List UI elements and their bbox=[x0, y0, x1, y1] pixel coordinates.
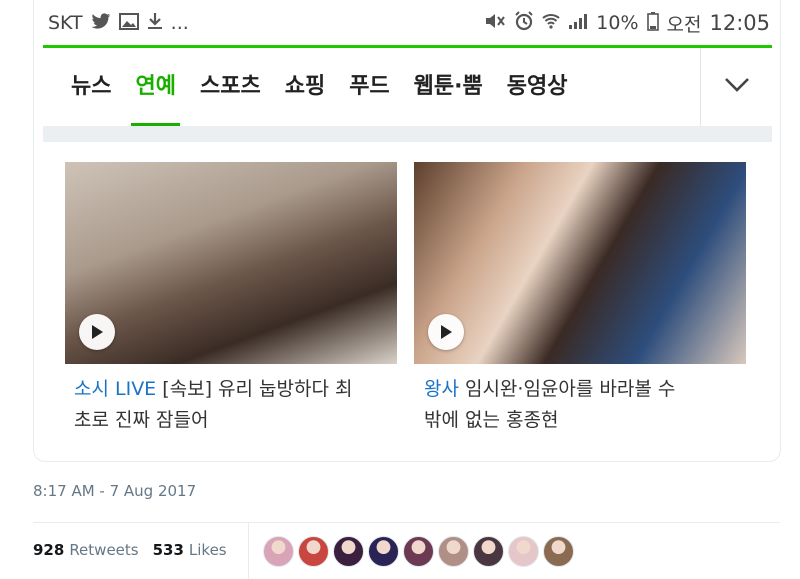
video-caption-1[interactable]: 소시 LIVE [속보] 유리 눕방하다 최 초로 진짜 잠들어 bbox=[74, 374, 406, 436]
video-category-label: 왕사 bbox=[424, 378, 459, 400]
image-icon bbox=[118, 12, 139, 34]
liker-avatars bbox=[263, 536, 574, 567]
more-notifications-ellipsis: ... bbox=[170, 12, 189, 34]
stats-separator bbox=[248, 523, 249, 579]
retweets-label: Retweets bbox=[69, 541, 139, 559]
tab-sports[interactable]: 스포츠 bbox=[188, 48, 273, 126]
tab-video[interactable]: 동영상 bbox=[495, 48, 580, 126]
battery-icon bbox=[646, 11, 659, 35]
clock-time: 12:05 bbox=[709, 11, 770, 35]
category-tab-bar: 뉴스 연예 스포츠 쇼핑 푸드 웹툰·뿜 동영상 bbox=[43, 48, 772, 126]
video-title-line2: 밖에 없는 홍종현 bbox=[424, 409, 559, 431]
retweets-count: 928 bbox=[33, 541, 65, 559]
phone-status-bar: SKT ... 10% 오전 12:05 bbox=[48, 0, 770, 46]
likes-link[interactable]: 533 Likes bbox=[153, 541, 227, 559]
mute-icon bbox=[484, 12, 506, 34]
twitter-icon bbox=[91, 12, 111, 34]
retweets-link[interactable]: 928 Retweets bbox=[33, 541, 139, 559]
alarm-icon bbox=[514, 11, 534, 35]
ampm-label: 오전 bbox=[666, 13, 702, 36]
avatar[interactable] bbox=[298, 536, 329, 567]
video-thumbnail-2[interactable] bbox=[414, 162, 746, 364]
video-thumbnail-1[interactable] bbox=[65, 162, 397, 364]
likes-count: 533 bbox=[152, 541, 184, 559]
avatar[interactable] bbox=[543, 536, 574, 567]
tabs-expand-button[interactable] bbox=[700, 48, 772, 126]
download-icon bbox=[147, 12, 163, 34]
carrier-label: SKT bbox=[48, 12, 83, 34]
tab-shopping[interactable]: 쇼핑 bbox=[273, 48, 337, 126]
avatar[interactable] bbox=[368, 536, 399, 567]
chevron-down-icon bbox=[724, 77, 750, 97]
avatar[interactable] bbox=[403, 536, 434, 567]
tab-news[interactable]: 뉴스 bbox=[59, 48, 123, 126]
tab-webtoon[interactable]: 웹툰·뿜 bbox=[402, 48, 495, 126]
tweet-timestamp[interactable]: 8:17 AM - 7 Aug 2017 bbox=[33, 482, 196, 500]
battery-percentage: 10% bbox=[596, 12, 639, 34]
play-icon[interactable] bbox=[79, 314, 115, 350]
video-title: 임시완·임윤아를 바라볼 수 bbox=[464, 378, 676, 400]
avatar[interactable] bbox=[333, 536, 364, 567]
tab-food[interactable]: 푸드 bbox=[337, 48, 401, 126]
tab-entertainment[interactable]: 연예 bbox=[123, 48, 187, 126]
video-title: [속보] 유리 눕방하다 최 bbox=[162, 378, 353, 400]
wifi-icon bbox=[542, 12, 560, 34]
avatar[interactable] bbox=[473, 536, 504, 567]
avatar[interactable] bbox=[508, 536, 539, 567]
tweet-stats: 928 Retweets 533 Likes bbox=[33, 530, 241, 570]
tweet-media-card[interactable]: SKT ... 10% 오전 12:05 뉴스 연예 스포츠 쇼핑 푸드 웹툰·… bbox=[33, 0, 781, 462]
play-icon[interactable] bbox=[428, 314, 464, 350]
avatar[interactable] bbox=[263, 536, 294, 567]
divider bbox=[33, 522, 780, 523]
section-divider bbox=[43, 126, 772, 142]
avatar[interactable] bbox=[438, 536, 469, 567]
signal-icon bbox=[568, 12, 588, 34]
video-caption-2[interactable]: 왕사 임시완·임윤아를 바라볼 수 밖에 없는 홍종현 bbox=[424, 374, 756, 436]
video-category-label: 소시 LIVE bbox=[74, 378, 157, 400]
video-title-line2: 초로 진짜 잠들어 bbox=[74, 409, 209, 431]
likes-label: Likes bbox=[188, 541, 227, 559]
